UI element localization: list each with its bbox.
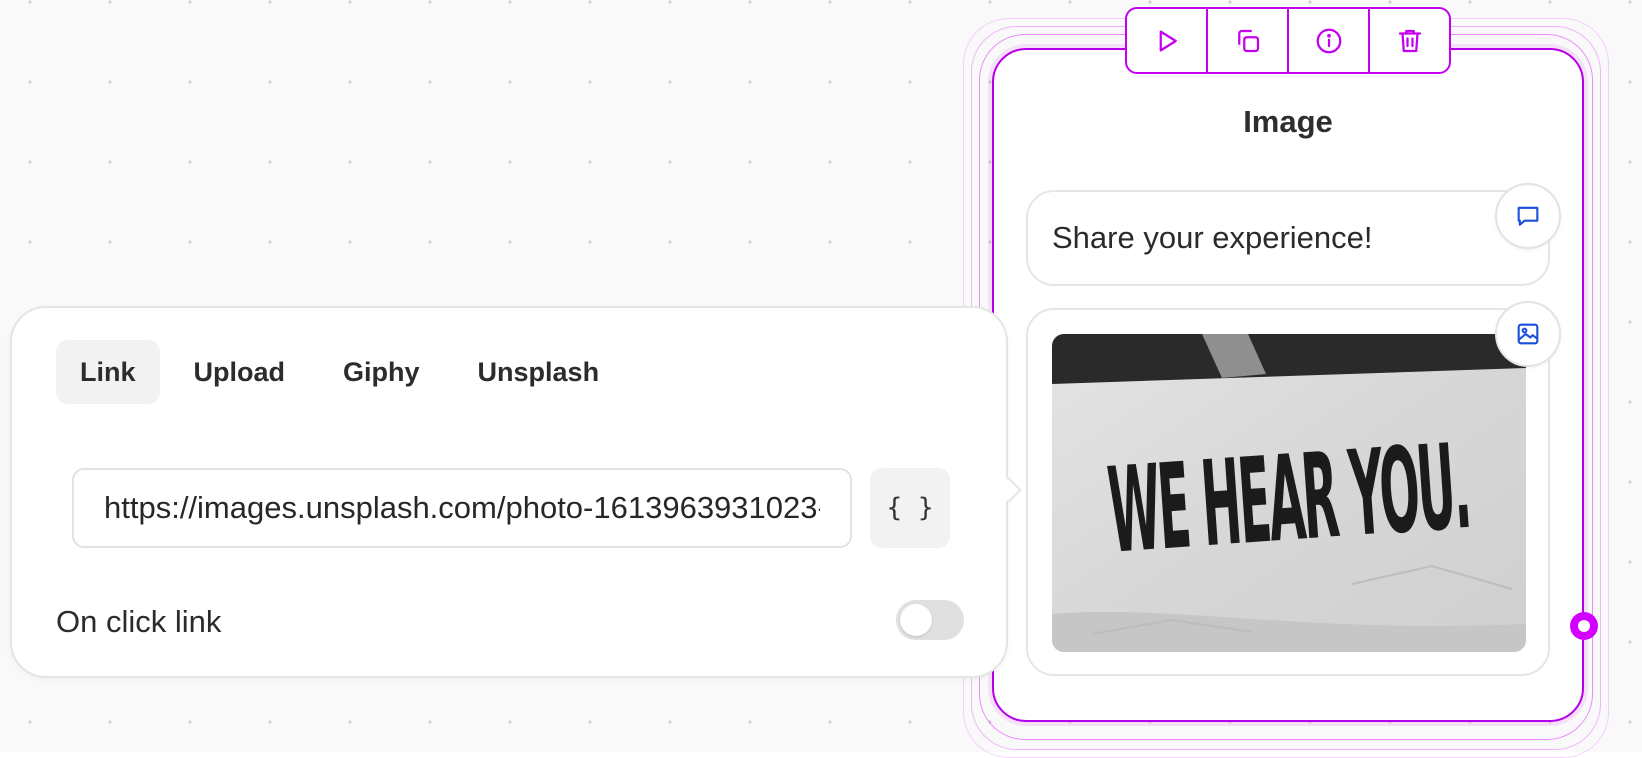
text-bubble-content: Share your experience! bbox=[1052, 220, 1373, 255]
on-click-link-toggle[interactable] bbox=[896, 600, 964, 640]
source-tabs: Link Upload Giphy Unsplash bbox=[56, 340, 623, 404]
play-button[interactable] bbox=[1127, 9, 1208, 72]
tab-link[interactable]: Link bbox=[56, 340, 160, 404]
image-preview: WE HEAR YOU. bbox=[1052, 334, 1526, 652]
text-bubble-block[interactable]: Share your experience! bbox=[1026, 190, 1550, 286]
on-click-link-label: On click link bbox=[56, 604, 222, 639]
node-title: Image bbox=[1243, 104, 1333, 139]
image-settings-popover: Link Upload Giphy Unsplash { } On click … bbox=[10, 306, 1008, 678]
photo-caption-text: WE HEAR YOU. bbox=[1104, 416, 1473, 580]
trash-icon bbox=[1398, 29, 1421, 52]
tab-giphy[interactable]: Giphy bbox=[319, 340, 444, 404]
add-text-bubble-button[interactable] bbox=[1495, 183, 1561, 249]
info-icon bbox=[1316, 28, 1341, 53]
play-icon bbox=[1159, 30, 1177, 51]
duplicate-button[interactable] bbox=[1208, 9, 1289, 72]
delete-button[interactable] bbox=[1370, 9, 1449, 72]
insert-variable-button[interactable]: { } bbox=[870, 468, 950, 548]
chat-bubble-icon bbox=[1517, 206, 1539, 226]
node-toolbar bbox=[1125, 7, 1451, 74]
duplicate-icon bbox=[1237, 29, 1259, 52]
toggle-knob bbox=[900, 604, 932, 636]
add-image-bubble-button[interactable] bbox=[1495, 301, 1561, 367]
image-icon bbox=[1517, 323, 1539, 345]
node-output-handle[interactable] bbox=[1570, 612, 1598, 640]
info-button[interactable] bbox=[1289, 9, 1370, 72]
image-url-input[interactable] bbox=[72, 468, 852, 548]
tab-unsplash[interactable]: Unsplash bbox=[454, 340, 624, 404]
image-bubble-block[interactable]: WE HEAR YOU. bbox=[1026, 308, 1550, 676]
tab-upload[interactable]: Upload bbox=[170, 340, 310, 404]
